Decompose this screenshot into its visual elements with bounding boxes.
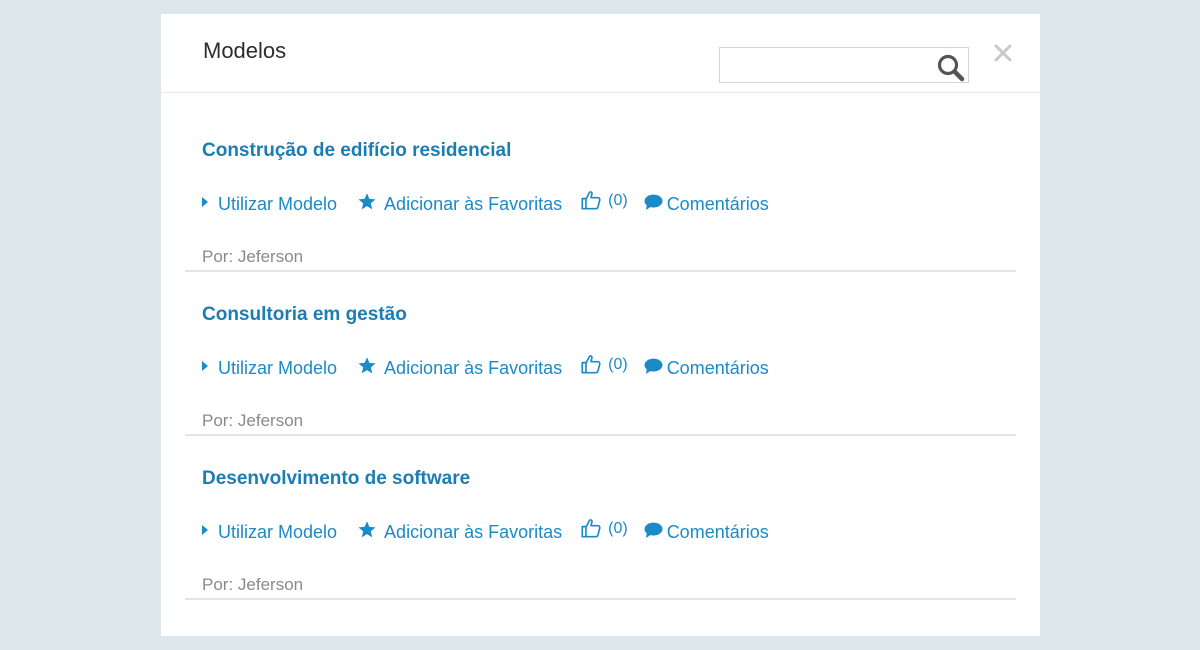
add-favorite-label: Adicionar às Favoritas [384,521,563,542]
use-model-link[interactable]: Utilizar Modelo [202,522,337,543]
use-model-label: Utilizar Modelo [218,521,338,542]
close-icon[interactable] [991,41,1015,65]
add-favorite-label: Adicionar às Favoritas [384,193,563,214]
like-count: (0) [608,356,628,373]
comments-label: Comentários [666,521,769,542]
like-count: (0) [608,192,628,209]
template-author: Por: Jeferson [202,575,304,594]
like-count: (0) [608,520,628,537]
caret-right-icon [202,361,208,371]
templates-list: Construção de edifício residencial Utili… [185,108,1016,600]
thumbs-up-icon [581,519,601,538]
thumbs-up-icon [581,355,601,374]
modal-title: Modelos [203,38,287,63]
star-icon [358,356,376,373]
caret-right-icon [202,197,208,207]
template-actions: Utilizar Modelo Adicionar às Favoritas (… [202,190,769,218]
search-input[interactable] [720,48,930,82]
comments-link[interactable]: Comentários [644,358,769,379]
templates-modal: Modelos Construção de edifício residenci… [161,14,1040,636]
list-item: Consultoria em gestão Utilizar Modelo Ad… [185,272,1016,436]
add-favorite-label: Adicionar às Favoritas [384,357,563,378]
thumbs-up-icon [581,191,601,210]
template-title[interactable]: Consultoria em gestão [202,304,407,326]
comments-label: Comentários [666,357,769,378]
use-model-label: Utilizar Modelo [218,357,338,378]
comments-link[interactable]: Comentários [644,522,769,543]
list-item: Desenvolvimento de software Utilizar Mod… [185,436,1016,600]
add-favorite-link[interactable]: Adicionar às Favoritas [357,520,563,543]
use-model-link[interactable]: Utilizar Modelo [202,194,337,215]
comment-icon [644,522,663,539]
like-button[interactable]: (0) [580,191,628,211]
add-favorite-link[interactable]: Adicionar às Favoritas [357,192,563,215]
template-title[interactable]: Desenvolvimento de software [202,468,470,490]
use-model-label: Utilizar Modelo [218,193,338,214]
like-button[interactable]: (0) [580,519,628,539]
comments-link[interactable]: Comentários [644,194,769,215]
comment-icon [644,194,663,211]
like-button[interactable]: (0) [580,355,628,375]
template-actions: Utilizar Modelo Adicionar às Favoritas (… [202,518,769,546]
add-favorite-link[interactable]: Adicionar às Favoritas [357,356,563,379]
use-model-link[interactable]: Utilizar Modelo [202,358,337,379]
caret-right-icon [202,525,208,535]
search-icon[interactable] [936,54,966,82]
template-author: Por: Jeferson [202,247,304,266]
comment-icon [644,358,663,375]
list-item: Construção de edifício residencial Utili… [185,108,1016,272]
template-title[interactable]: Construção de edifício residencial [202,140,511,162]
modal-header: Modelos [161,14,1040,93]
star-icon [358,192,376,209]
search-box[interactable] [719,47,969,83]
template-author: Por: Jeferson [202,411,304,430]
comments-label: Comentários [666,193,769,214]
template-actions: Utilizar Modelo Adicionar às Favoritas (… [202,354,769,382]
star-icon [358,520,376,537]
